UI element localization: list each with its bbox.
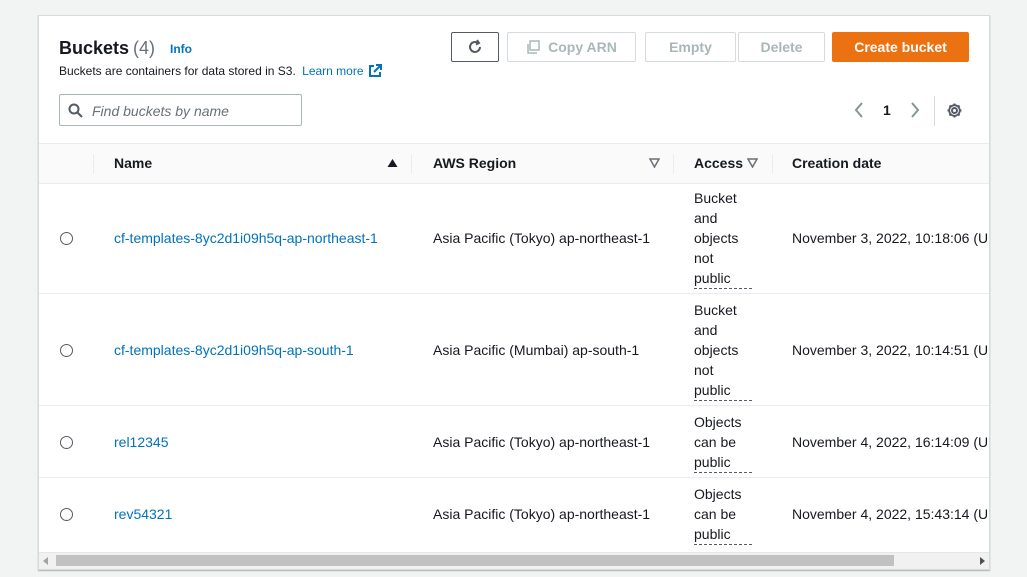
column-header-name[interactable]: Name: [114, 155, 152, 171]
learn-more-label: Learn more: [302, 64, 364, 78]
create-bucket-button[interactable]: Create bucket: [832, 32, 969, 62]
table-row[interactable]: cf-templates-8yc2d1i09h5q-ap-northeast-1…: [39, 182, 989, 294]
external-link-icon: [368, 64, 382, 77]
learn-more-link[interactable]: Learn more: [302, 64, 382, 78]
bucket-region: Asia Pacific (Tokyo) ap-northeast-1: [433, 434, 651, 450]
empty-label: Empty: [669, 39, 712, 55]
access-line[interactable]: public: [694, 268, 752, 289]
access-line: objects: [694, 230, 739, 246]
refresh-icon: [469, 39, 481, 53]
access-line: can be: [694, 506, 737, 522]
access-line: can be: [694, 434, 737, 450]
bucket-creation-date: November 3, 2022, 10:18:06 (U: [792, 230, 989, 246]
column-divider: [772, 154, 773, 174]
table-row[interactable]: rel12345 Asia Pacific (Tokyo) ap-northea…: [39, 406, 989, 478]
bucket-name-link[interactable]: rev54321: [114, 506, 172, 522]
page-number[interactable]: 1: [883, 102, 891, 118]
bucket-name-link[interactable]: cf-templates-8yc2d1i09h5q-ap-south-1: [114, 342, 354, 358]
copy-arn-label: Copy ARN: [548, 39, 617, 55]
scroll-left-icon[interactable]: [43, 557, 49, 565]
sort-down-icon[interactable]: [649, 158, 660, 168]
bucket-region: Asia Pacific (Tokyo) ap-northeast-1: [433, 506, 651, 522]
column-divider: [93, 154, 94, 174]
bucket-creation-date: November 4, 2022, 15:43:14 (U: [792, 506, 989, 522]
column-divider: [411, 154, 412, 174]
table-row[interactable]: cf-templates-8yc2d1i09h5q-ap-south-1 Asi…: [39, 294, 989, 406]
empty-button[interactable]: Empty: [645, 32, 736, 62]
bucket-access: Bucket and objects not public: [694, 300, 754, 401]
bucket-region: Asia Pacific (Tokyo) ap-northeast-1: [433, 230, 651, 246]
bucket-count: (4): [133, 38, 156, 58]
row-select-radio[interactable]: [60, 436, 73, 449]
table-row[interactable]: rev54321 Asia Pacific (Tokyo) ap-northea…: [39, 478, 989, 552]
access-line: not: [694, 250, 714, 266]
bucket-access: Bucket and objects not public: [694, 188, 754, 289]
description-text: Buckets are containers for data stored i…: [59, 64, 296, 78]
info-link[interactable]: Info: [170, 42, 192, 56]
header-description: Buckets are containers for data stored i…: [59, 64, 382, 78]
horizontal-scrollbar[interactable]: [39, 552, 989, 569]
refresh-button[interactable]: [451, 32, 499, 62]
buckets-panel: Buckets (4) Info Buckets are containers f…: [38, 15, 990, 570]
access-line: and: [694, 322, 718, 338]
search-icon: [68, 103, 83, 118]
access-line: Bucket: [694, 190, 737, 206]
sort-up-icon[interactable]: [387, 158, 398, 168]
column-header-region[interactable]: AWS Region: [433, 155, 516, 171]
bucket-name-link[interactable]: rel12345: [114, 434, 169, 450]
column-divider: [673, 154, 674, 174]
scrollbar-thumb[interactable]: [56, 555, 894, 566]
bucket-name-link[interactable]: cf-templates-8yc2d1i09h5q-ap-northeast-1: [114, 230, 378, 246]
bucket-region: Asia Pacific (Mumbai) ap-south-1: [433, 342, 640, 358]
access-line: not: [694, 362, 714, 378]
access-line[interactable]: public: [694, 380, 752, 401]
copy-arn-button[interactable]: Copy ARN: [507, 32, 636, 62]
access-line: Bucket: [694, 302, 737, 318]
scroll-right-icon[interactable]: [979, 557, 985, 565]
copy-icon: [527, 40, 540, 54]
table-header: Name AWS Region Access Creation date: [39, 143, 989, 184]
row-select-radio[interactable]: [60, 232, 73, 245]
column-header-created[interactable]: Creation date: [792, 155, 881, 171]
access-line: Objects: [694, 486, 742, 502]
access-line[interactable]: public: [694, 452, 752, 473]
pager-divider: [934, 96, 935, 126]
create-bucket-label: Create bucket: [854, 39, 947, 55]
row-select-radio[interactable]: [60, 344, 73, 357]
title-text: Buckets: [59, 38, 130, 58]
search-input[interactable]: [90, 100, 294, 122]
bucket-access: Objects can be public: [694, 412, 754, 473]
search-box: [59, 94, 302, 126]
delete-label: Delete: [760, 39, 803, 55]
column-header-access[interactable]: Access: [694, 155, 743, 171]
access-line: Objects: [694, 414, 742, 430]
access-line: and: [694, 210, 718, 226]
access-line: objects: [694, 342, 739, 358]
sort-down-icon[interactable]: [747, 158, 758, 168]
row-select-radio[interactable]: [60, 508, 73, 521]
bucket-creation-date: November 3, 2022, 10:14:51 (U: [792, 342, 989, 358]
page-title: Buckets (4): [59, 38, 155, 59]
chevron-right-icon[interactable]: [909, 102, 921, 118]
access-line[interactable]: public: [694, 524, 752, 545]
bucket-creation-date: November 4, 2022, 16:14:09 (U: [792, 434, 989, 450]
delete-button[interactable]: Delete: [738, 32, 825, 62]
chevron-left-icon[interactable]: [853, 102, 865, 118]
bucket-access: Objects can be public: [694, 484, 754, 545]
gear-icon[interactable]: [946, 102, 963, 119]
